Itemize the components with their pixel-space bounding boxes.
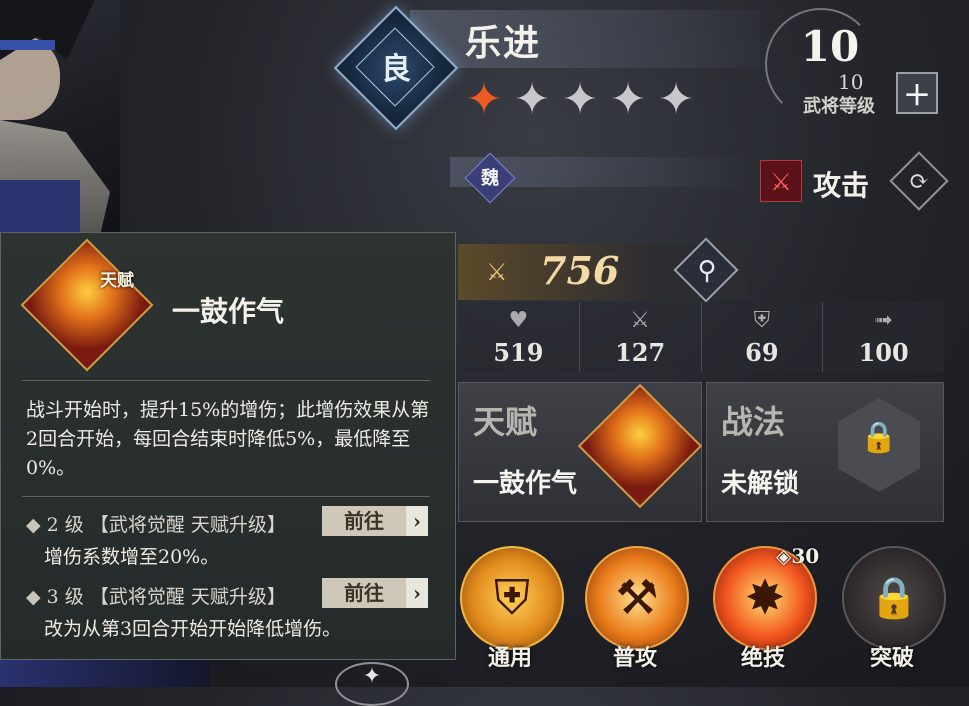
explosion-skill-icon: ✸ — [744, 570, 786, 626]
hero-name: 乐进 — [465, 22, 542, 64]
star-icon-empty: ✦ — [657, 74, 695, 125]
boot-icon: ➟ — [874, 308, 893, 333]
rank-label: 良 — [381, 52, 411, 87]
star-rating: ✦ ✦ ✦ ✦ ✦ — [462, 76, 698, 128]
skill-label: 突破 — [869, 645, 914, 671]
diamond-bullet-icon: ◆ — [26, 586, 41, 608]
lock-icon: 🔒 — [860, 420, 898, 455]
star-icon-empty: ✦ — [561, 74, 599, 125]
talent-level: 2 级 — [46, 514, 84, 536]
magnifier-icon: ⚲ — [697, 256, 717, 286]
talent-tag: 天赋 — [100, 271, 134, 291]
talent-card-title: 天赋 — [473, 403, 538, 441]
talent-level: 3 级 — [46, 586, 84, 608]
shield-icon: ⛨ — [753, 308, 771, 333]
stat-value: 127 — [615, 338, 666, 367]
stat-attack: ⚔ 127 — [580, 302, 702, 372]
diamond-bullet-icon: ◆ — [26, 514, 41, 536]
talent-description: 战斗开始时，提升15%的增伤；此增伤效果从第2回合开始，每回合结束时降低5%，最… — [26, 399, 430, 479]
name-banner — [410, 10, 760, 68]
talent-level-source: 【武将觉醒 天赋升级】 — [89, 586, 286, 608]
goto-button[interactable]: 前往 — [322, 506, 406, 536]
tactic-card-status: 未解锁 — [721, 469, 800, 499]
stat-defense: ⛨ 69 — [702, 302, 824, 372]
lock-icon: 🔒 — [869, 575, 919, 621]
tactic-card-title: 战法 — [721, 403, 786, 441]
shield-skill-icon: ⛨ — [493, 570, 530, 626]
sword-icon: ⚔ — [760, 160, 802, 202]
combat-power: 756 — [540, 248, 620, 293]
level-up-button[interactable]: + — [896, 72, 938, 114]
skill-cost-value: 30 — [791, 544, 820, 568]
skill-label: 普攻 — [612, 645, 657, 671]
stat-speed: ➟ 100 — [823, 302, 944, 372]
star-icon-filled: ✦ — [465, 74, 503, 125]
crossed-swords-icon: ⚔ — [486, 258, 508, 286]
swords-icon: ⚔ — [630, 308, 650, 333]
goto-button[interactable]: 前往 — [322, 578, 406, 608]
heart-icon: ♥ — [508, 308, 529, 333]
divider — [22, 496, 430, 497]
sparkle-icon[interactable]: ✦ — [335, 662, 409, 706]
talent-level-source: 【武将觉醒 天赋升级】 — [89, 514, 286, 536]
hero-scarf-art — [0, 180, 80, 240]
chevron-right-icon[interactable]: › — [406, 506, 428, 536]
faction-label: 魏 — [481, 168, 499, 189]
divider — [22, 380, 430, 381]
role-label: 攻击 — [813, 169, 870, 202]
skill-basic-attack-button[interactable]: ⚒ — [585, 546, 689, 650]
skill-label: 绝技 — [740, 645, 785, 671]
hammer-skill-icon: ⚒ — [615, 570, 659, 626]
stat-value: 519 — [493, 338, 544, 367]
stat-value: 69 — [745, 338, 779, 367]
chevron-right-icon[interactable]: › — [406, 578, 428, 608]
talent-level-row: ◆ 2 级 【武将觉醒 天赋升级】 — [26, 510, 286, 537]
hero-headband-art — [0, 40, 55, 50]
skill-label: 通用 — [487, 645, 532, 671]
talent-level-row: ◆ 3 级 【武将觉醒 天赋升级】 — [26, 582, 286, 609]
star-icon-empty: ✦ — [513, 74, 551, 125]
stats-row: ♥ 519 ⚔ 127 ⛨ 69 ➟ 100 — [458, 302, 944, 372]
hero-level: 10 — [800, 22, 860, 71]
talent-level-effect: 增伤系数增至20%。 — [44, 546, 220, 568]
hero-level-max: 10 — [838, 70, 864, 94]
star-icon-empty: ✦ — [609, 74, 647, 125]
stat-hp: ♥ 519 — [458, 302, 580, 372]
talent-name: 一鼓作气 — [172, 295, 285, 328]
skill-general-button[interactable]: ⛨ — [460, 546, 564, 650]
talent-level-effect: 改为从第3回合开始开始降低增伤。 — [44, 618, 342, 640]
skill-breakthrough-button[interactable]: 🔒 — [842, 546, 946, 650]
stat-value: 100 — [858, 338, 909, 367]
refresh-icon: ⟳ — [908, 167, 930, 195]
level-label: 武将等级 — [803, 96, 875, 117]
skill-cost: ◈30 — [776, 544, 820, 568]
talent-card-name: 一鼓作气 — [473, 469, 578, 499]
